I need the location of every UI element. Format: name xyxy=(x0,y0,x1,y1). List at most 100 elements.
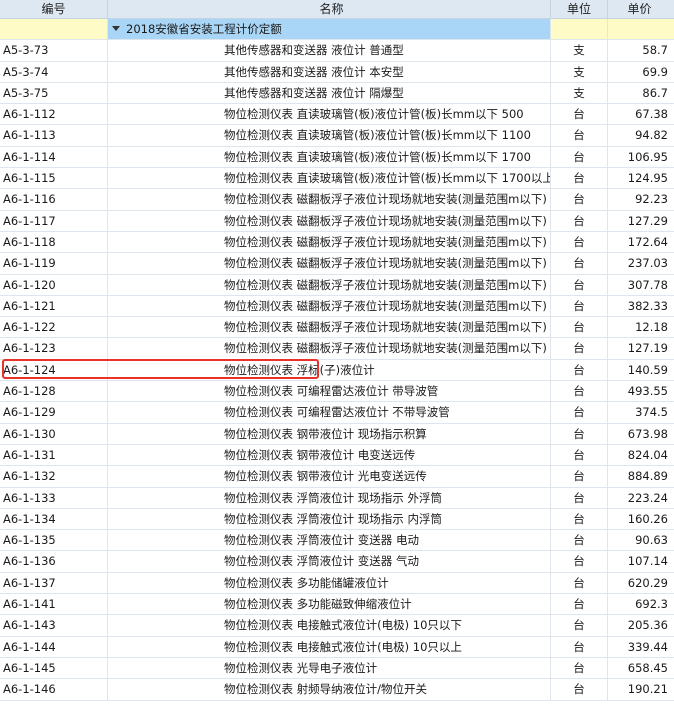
name-cell[interactable]: 物位检测仪表 浮筒液位计 变送器 电动 xyxy=(108,530,551,551)
collapse-triangle-icon[interactable] xyxy=(112,26,120,31)
price-cell[interactable]: 237.03 xyxy=(608,253,674,273)
table-row[interactable]: A6-1-144 物位检测仪表 电接触式液位计(电极) 10只以上台 339.44 xyxy=(0,636,674,658)
name-cell[interactable]: 物位检测仪表 磁翻板浮子液位计现场就地安装(测量范围m以下) 0.5 xyxy=(108,189,551,210)
price-cell[interactable]: 140.59 xyxy=(608,360,674,380)
group-row[interactable]: 2018安徽省安装工程计价定额 xyxy=(0,19,674,41)
unit-cell[interactable]: 台 xyxy=(551,572,608,594)
table-row[interactable]: A6-1-131 物位检测仪表 钢带液位计 电变送远传台 824.04 xyxy=(0,444,674,467)
unit-cell[interactable]: 台 xyxy=(551,231,608,253)
price-cell[interactable]: 92.23 xyxy=(608,189,674,209)
name-cell[interactable]: 物位检测仪表 浮筒液位计 现场指示 内浮筒 xyxy=(108,508,551,530)
name-cell[interactable]: 物位检测仪表 磁翻板浮子液位计现场就地安装(测量范围m以下) 16 xyxy=(108,295,551,317)
table-row[interactable]: A6-1-135 物位检测仪表 浮筒液位计 变送器 电动台 90.63 xyxy=(0,530,674,552)
table-row[interactable]: A5-3-73 其他传感器和变送器 液位计 普通型支 58.7 xyxy=(0,40,674,62)
code-cell[interactable]: A6-1-145 xyxy=(0,657,108,679)
unit-cell[interactable]: 台 xyxy=(551,679,608,700)
code-cell[interactable]: A6-1-128 xyxy=(0,381,108,402)
price-cell[interactable]: 12.18 xyxy=(608,317,674,337)
table-row[interactable]: A6-1-145 物位检测仪表 光导电子液位计台 658.45 xyxy=(0,657,674,680)
price-cell[interactable]: 106.95 xyxy=(608,147,674,167)
table-row[interactable]: A6-1-137 物位检测仪表 多功能储罐液位计台 620.29 xyxy=(0,572,674,595)
unit-cell[interactable]: 台 xyxy=(551,402,608,423)
code-cell[interactable]: A5-3-75 xyxy=(0,82,108,104)
code-cell[interactable]: A6-1-143 xyxy=(0,615,108,636)
price-cell[interactable]: 69.9 xyxy=(608,62,674,82)
price-cell[interactable]: 94.82 xyxy=(608,125,674,145)
price-cell[interactable]: 107.14 xyxy=(608,551,674,571)
code-cell[interactable]: A6-1-144 xyxy=(0,636,108,657)
column-header-unit[interactable]: 单位 xyxy=(551,0,608,18)
name-cell[interactable]: 其他传感器和变送器 液位计 隔爆型 xyxy=(108,82,551,104)
name-cell[interactable]: 其他传感器和变送器 液位计 本安型 xyxy=(108,61,551,82)
price-cell[interactable]: 673.98 xyxy=(608,424,674,444)
unit-cell[interactable]: 台 xyxy=(551,636,608,657)
table-row[interactable]: A6-1-116 物位检测仪表 磁翻板浮子液位计现场就地安装(测量范围m以下) 0… xyxy=(0,189,674,211)
code-cell[interactable]: A6-1-118 xyxy=(0,231,108,253)
name-cell[interactable]: 物位检测仪表 多功能磁致伸缩液位计 xyxy=(108,594,551,615)
code-cell[interactable]: A6-1-129 xyxy=(0,402,108,423)
unit-cell[interactable]: 台 xyxy=(551,146,608,168)
price-cell[interactable]: 86.7 xyxy=(608,83,674,103)
table-row[interactable]: A6-1-133 物位检测仪表 浮筒液位计 现场指示 外浮筒台 223.24 xyxy=(0,487,674,509)
name-cell[interactable]: 物位检测仪表 钢带液位计 电变送远传 xyxy=(108,444,551,466)
name-cell[interactable]: 物位检测仪表 射频导纳液位计/物位开关 xyxy=(108,679,551,700)
table-row[interactable]: A6-1-134 物位检测仪表 浮筒液位计 现场指示 内浮筒台 160.26 xyxy=(0,508,674,531)
price-cell[interactable]: 620.29 xyxy=(608,573,674,593)
name-cell[interactable]: 物位检测仪表 光导电子液位计 xyxy=(108,657,551,679)
price-cell[interactable]: 124.95 xyxy=(608,168,674,188)
price-cell[interactable]: 90.63 xyxy=(608,530,674,550)
table-row[interactable]: A6-1-121 物位检测仪表 磁翻板浮子液位计现场就地安装(测量范围m以下) 1… xyxy=(0,295,674,318)
column-header-price[interactable]: 单价 xyxy=(608,0,674,18)
code-cell[interactable]: A6-1-146 xyxy=(0,679,108,700)
table-row[interactable]: A6-1-114 物位检测仪表 直读玻璃管(板)液位计管(板)长mm以下 1700… xyxy=(0,146,674,169)
unit-cell[interactable]: 支 xyxy=(551,61,608,82)
name-cell[interactable]: 物位检测仪表 钢带液位计 光电变送远传 xyxy=(108,466,551,487)
table-row[interactable]: A6-1-146 物位检测仪表 射频导纳液位计/物位开关台 190.21 xyxy=(0,679,674,701)
price-cell[interactable]: 884.89 xyxy=(608,466,674,486)
code-cell[interactable]: A6-1-122 xyxy=(0,317,108,338)
name-cell[interactable]: 物位检测仪表 浮标(子)液位计 xyxy=(108,359,551,381)
code-cell[interactable]: A6-1-120 xyxy=(0,274,108,295)
code-cell[interactable]: A6-1-117 xyxy=(0,210,108,231)
table-row[interactable]: A6-1-115 物位检测仪表 直读玻璃管(板)液位计管(板)长mm以下 1700… xyxy=(0,168,674,190)
table-row[interactable]: A6-1-122物位检测仪表 磁翻板浮子液位计现场就地安装(测量范围m以下) 1… xyxy=(0,317,674,339)
column-header-name[interactable]: 名称 xyxy=(108,0,551,18)
table-row[interactable]: A5-3-74 其他传感器和变送器 液位计 本安型支 69.9 xyxy=(0,61,674,83)
unit-cell[interactable]: 台 xyxy=(551,594,608,615)
name-cell[interactable]: 物位检测仪表 可编程雷达液位计 不带导波管 xyxy=(108,402,551,423)
name-cell[interactable]: 物位检测仪表 电接触式液位计(电极) 10只以上 xyxy=(108,636,551,657)
table-row[interactable]: A6-1-132 物位检测仪表 钢带液位计 光电变送远传台 884.89 xyxy=(0,466,674,488)
code-cell[interactable]: A6-1-141 xyxy=(0,594,108,615)
code-cell[interactable]: A6-1-116 xyxy=(0,189,108,210)
table-row[interactable]: A6-1-124 物位检测仪表 浮标(子)液位计台 140.59 xyxy=(0,359,674,382)
price-cell[interactable]: 824.04 xyxy=(608,445,674,465)
price-cell[interactable]: 382.33 xyxy=(608,296,674,316)
name-cell[interactable]: 物位检测仪表 直读玻璃管(板)液位计管(板)长mm以下 500 xyxy=(108,104,551,125)
code-cell[interactable]: A6-1-130 xyxy=(0,423,108,444)
unit-cell[interactable]: 台 xyxy=(551,168,608,189)
unit-cell[interactable]: 支 xyxy=(551,40,608,61)
unit-cell[interactable]: 台 xyxy=(551,487,608,508)
unit-cell[interactable]: 支 xyxy=(551,82,608,104)
price-cell[interactable]: 160.26 xyxy=(608,509,674,529)
price-cell[interactable]: 493.55 xyxy=(608,381,674,401)
price-cell[interactable]: 692.3 xyxy=(608,594,674,614)
price-cell[interactable]: 374.5 xyxy=(608,402,674,422)
name-cell[interactable]: 物位检测仪表 多功能储罐液位计 xyxy=(108,572,551,594)
table-row[interactable]: A6-1-120 物位检测仪表 磁翻板浮子液位计现场就地安装(测量范围m以下) 1… xyxy=(0,274,674,296)
name-cell[interactable]: 物位检测仪表 磁翻板浮子液位计现场就地安装(测量范围m以下) 10 xyxy=(108,274,551,295)
unit-cell[interactable]: 台 xyxy=(551,423,608,444)
name-cell[interactable]: 物位检测仪表 直读玻璃管(板)液位计管(板)长mm以下 1100 xyxy=(108,125,551,146)
unit-cell[interactable]: 台 xyxy=(551,551,608,572)
table-row[interactable]: A6-1-136 物位检测仪表 浮筒液位计 变送器 气动台 107.14 xyxy=(0,551,674,573)
table-row[interactable]: A5-3-75 其他传感器和变送器 液位计 隔爆型支 86.7 xyxy=(0,82,674,105)
table-row[interactable]: A6-1-123物位检测仪表 磁翻板浮子液位计现场就地安装(测量范围m以下) 远… xyxy=(0,338,674,360)
table-row[interactable]: A6-1-129 物位检测仪表 可编程雷达液位计 不带导波管台 374.5 xyxy=(0,402,674,424)
column-header-code[interactable]: 编号 xyxy=(0,0,108,18)
name-cell[interactable]: 物位检测仪表 浮筒液位计 现场指示 外浮筒 xyxy=(108,487,551,508)
code-cell[interactable]: A6-1-119 xyxy=(0,253,108,274)
code-cell[interactable]: A6-1-124 xyxy=(0,359,108,381)
table-row[interactable]: A6-1-112 物位检测仪表 直读玻璃管(板)液位计管(板)长mm以下 500 台… xyxy=(0,104,674,126)
name-cell[interactable]: 物位检测仪表 直读玻璃管(板)液位计管(板)长mm以下 1700以上 xyxy=(108,168,551,189)
unit-cell[interactable]: 台 xyxy=(551,444,608,466)
